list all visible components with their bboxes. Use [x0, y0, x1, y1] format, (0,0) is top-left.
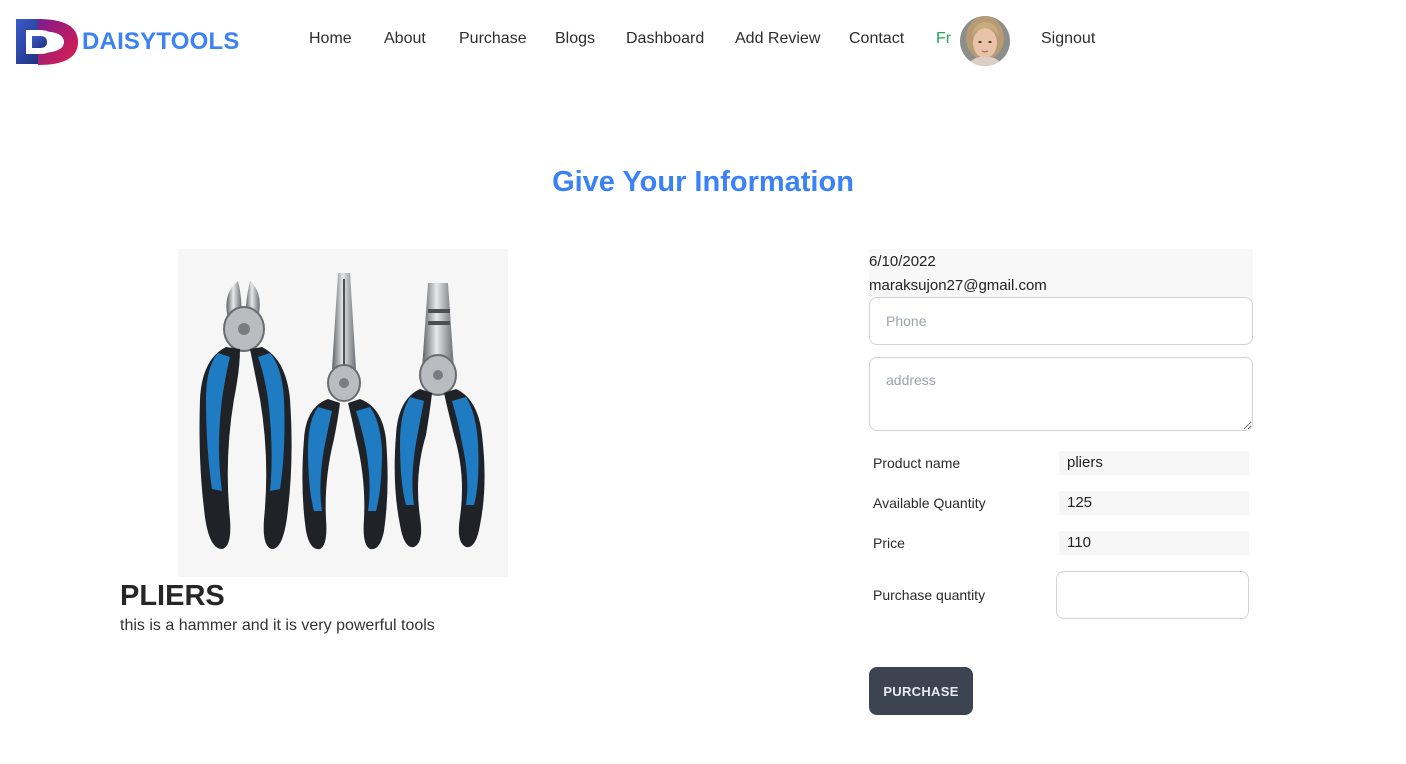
product-name: PLIERS — [120, 580, 225, 612]
product-name-label: Product name — [873, 455, 961, 471]
product-description: this is a hammer and it is very powerful… — [120, 617, 435, 634]
plier-left — [199, 281, 292, 549]
order-date: 6/10/2022 — [869, 253, 936, 270]
nav-add-review-link[interactable]: Add Review — [735, 30, 820, 48]
available-quantity-value: 125 — [1059, 491, 1249, 515]
pliers-image — [199, 273, 485, 550]
price-value: 110 — [1059, 531, 1249, 555]
user-email: maraksujon27@gmail.com — [869, 277, 1047, 294]
nav-home-link[interactable]: Home — [309, 30, 352, 48]
phone-input[interactable] — [869, 297, 1253, 345]
available-quantity-label: Available Quantity — [873, 495, 986, 511]
nav-purchase-link[interactable]: Purchase — [459, 30, 527, 48]
price-label: Price — [873, 535, 905, 551]
brand[interactable]: DAISYTOOLS — [16, 18, 240, 66]
product-image — [178, 249, 508, 577]
nav-dashboard-link[interactable]: Dashboard — [626, 30, 704, 48]
product-name-value: pliers — [1059, 451, 1249, 475]
nav-blogs-link[interactable]: Blogs — [555, 30, 595, 48]
nav-contact-link[interactable]: Contact — [849, 30, 904, 48]
user-info-readonly: 6/10/2022 maraksujon27@gmail.com — [869, 249, 1253, 297]
navbar: DAISYTOOLS Home About Purchase Blogs Das… — [0, 0, 1406, 84]
user-name: Fr — [936, 30, 952, 47]
brand-logo — [16, 19, 78, 65]
plier-right — [394, 283, 485, 548]
address-textarea[interactable] — [869, 357, 1253, 431]
purchase-button[interactable]: PURCHASE — [869, 667, 973, 715]
purchase-quantity-label: Purchase quantity — [873, 587, 986, 603]
plier-middle — [302, 273, 388, 550]
purchase-quantity-input[interactable] — [1056, 571, 1249, 619]
page-title: Give Your Information — [552, 166, 854, 198]
brand-name: DAISYTOOLS — [82, 28, 240, 55]
nav-about-link[interactable]: About — [384, 30, 426, 48]
signout-link[interactable]: Signout — [1041, 30, 1095, 48]
user-avatar[interactable] — [960, 16, 1010, 66]
avatar-image — [960, 16, 1010, 66]
